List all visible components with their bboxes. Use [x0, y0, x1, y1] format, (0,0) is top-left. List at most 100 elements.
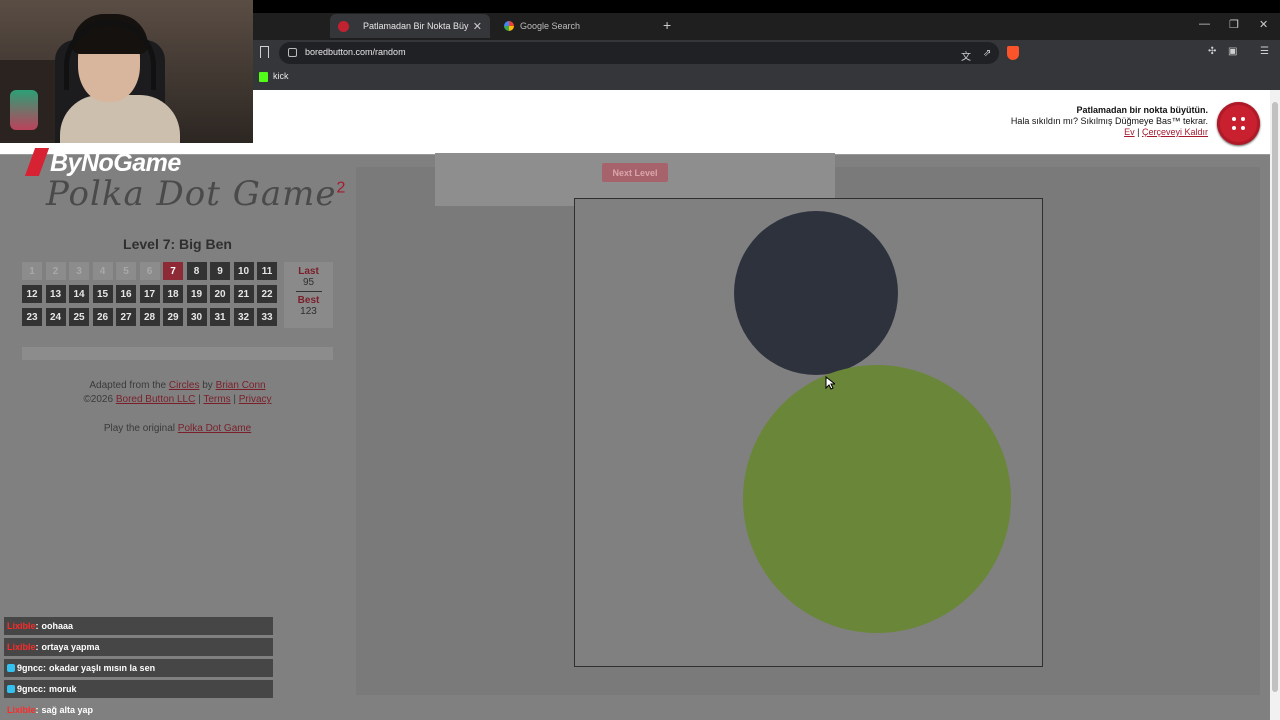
level-button-23[interactable]: 23	[22, 308, 42, 326]
chat-username: 9gncc	[17, 684, 44, 694]
chat-message: Lixible: oohaaa	[4, 617, 273, 635]
mouse-cursor-icon	[825, 376, 835, 390]
header-title: Patlamadan bir nokta büyütün.	[1076, 105, 1208, 115]
level-button-26[interactable]: 26	[92, 308, 113, 326]
chat-message: 9gncc: moruk	[4, 680, 273, 698]
url-field[interactable]: boredbutton.com/random 文 ⇗	[279, 42, 1019, 64]
chat-message: 9gncc: okadar yaşlı mısın la sen	[4, 659, 273, 677]
chat-username: Lixible	[7, 705, 36, 715]
header-links: Ev | Çerçeveyi Kaldır	[1124, 127, 1208, 137]
site-info-icon[interactable]	[288, 48, 297, 57]
level-button-21[interactable]: 21	[233, 285, 254, 303]
minimize-icon[interactable]: —	[1199, 18, 1210, 30]
company-link[interactable]: Bored Button LLC	[116, 394, 196, 405]
chat-text: ortaya yapma	[41, 642, 100, 652]
game-logo: Polka Dot Game2	[46, 174, 347, 214]
stream-chat: Lixible: oohaaa Lixible: ortaya yapma 9gncc:…	[4, 617, 273, 720]
level-button-4[interactable]: 4	[92, 262, 113, 280]
chat-text: sağ alta yap	[41, 705, 94, 715]
target-dot	[743, 365, 1011, 633]
level-button-13[interactable]: 13	[45, 285, 66, 303]
progress-bar	[22, 347, 333, 360]
best-label: Best	[297, 295, 320, 306]
level-button-7[interactable]: 7	[163, 262, 183, 280]
tab-label: Patlamadan Bir Nokta Büyütü	[363, 21, 469, 31]
level-button-9[interactable]: 9	[210, 262, 230, 280]
level-button-27[interactable]: 27	[116, 308, 136, 326]
level-button-20[interactable]: 20	[210, 285, 230, 303]
level-button-24[interactable]: 24	[45, 308, 66, 326]
close-window-icon[interactable]: ✕	[1259, 18, 1268, 31]
level-button-14[interactable]: 14	[69, 285, 89, 303]
bookmarks-bar: kick	[253, 66, 1280, 90]
level-button-16[interactable]: 16	[116, 285, 136, 303]
remove-frame-link[interactable]: Çerçeveyi Kaldır	[1142, 127, 1208, 137]
level-button-25[interactable]: 25	[69, 308, 89, 326]
privacy-link[interactable]: Privacy	[239, 394, 272, 405]
chat-text: okadar yaşlı mısın la sen	[49, 663, 156, 673]
last-value: 95	[302, 277, 315, 288]
level-button-6[interactable]: 6	[139, 262, 160, 280]
level-button-10[interactable]: 10	[233, 262, 254, 280]
level-button-12[interactable]: 12	[22, 285, 42, 303]
kick-icon	[259, 72, 268, 82]
next-level-button[interactable]: Next Level	[602, 163, 668, 182]
chat-username: 9gncc	[17, 663, 44, 673]
level-button-32[interactable]: 32	[233, 308, 254, 326]
chat-text: oohaaa	[41, 621, 74, 631]
play-original: Play the original Polka Dot Game	[103, 423, 252, 434]
page-scrollbar[interactable]	[1270, 90, 1280, 720]
google-favicon-icon	[504, 21, 514, 31]
level-button-17[interactable]: 17	[139, 285, 160, 303]
rgb-light	[10, 90, 38, 130]
terms-link[interactable]: Terms	[203, 394, 230, 405]
url-text[interactable]: boredbutton.com/random	[305, 47, 406, 57]
author-link[interactable]: Brian Conn	[216, 380, 266, 391]
address-bar-row: boredbutton.com/random 文 ⇗ ✣ ▣ ☰	[253, 40, 1280, 66]
tab-polka-dot[interactable]: Patlamadan Bir Nokta Büyütü ✕	[330, 14, 490, 38]
chat-message: Lixible: sağ alta yap	[7, 705, 94, 715]
level-button-31[interactable]: 31	[210, 308, 230, 326]
sidebar-icon[interactable]: ▣	[1228, 46, 1237, 57]
game-board[interactable]	[574, 198, 1043, 667]
level-button-15[interactable]: 15	[92, 285, 113, 303]
translate-icon[interactable]: 文	[961, 48, 971, 63]
chat-badge-icon	[7, 664, 15, 672]
bored-button[interactable]	[1217, 102, 1260, 145]
original-game-link[interactable]: Polka Dot Game	[178, 423, 251, 434]
level-button-28[interactable]: 28	[139, 308, 160, 326]
extensions-icon[interactable]: ✣	[1208, 46, 1216, 57]
close-tab-icon[interactable]: ✕	[473, 20, 482, 33]
bored-button-favicon-icon	[338, 20, 349, 32]
chat-text: moruk	[49, 684, 77, 694]
webcam-overlay	[0, 0, 253, 143]
chat-username: Lixible	[7, 642, 36, 652]
level-button-22[interactable]: 22	[257, 285, 277, 303]
header-subtitle: Hala sıkıldın mı? Sıkılmış Düğmeye Bas™ …	[1010, 116, 1208, 126]
restore-icon[interactable]: ❐	[1229, 18, 1239, 31]
level-button-19[interactable]: 19	[186, 285, 207, 303]
level-button-3[interactable]: 3	[69, 262, 89, 280]
screen: Patlamadan Bir Nokta Büyütü ✕ Google Sea…	[0, 0, 1280, 720]
circles-link[interactable]: Circles	[169, 380, 200, 391]
share-icon[interactable]: ⇗	[983, 48, 991, 59]
level-button-11[interactable]: 11	[257, 262, 277, 280]
tab-google-search[interactable]: Google Search	[496, 14, 656, 38]
growing-dot	[734, 211, 898, 375]
level-button-5[interactable]: 5	[116, 262, 136, 280]
level-button-2[interactable]: 2	[45, 262, 66, 280]
home-link[interactable]: Ev	[1124, 127, 1135, 137]
level-button-30[interactable]: 30	[186, 308, 207, 326]
brave-shields-icon[interactable]	[1007, 46, 1019, 60]
level-button-33[interactable]: 33	[257, 308, 277, 326]
level-button-1[interactable]: 1	[22, 262, 42, 280]
menu-icon[interactable]: ☰	[1260, 46, 1269, 57]
bookmark-kick[interactable]: kick	[273, 71, 289, 81]
last-label: Last	[298, 266, 319, 277]
bookmark-icon[interactable]	[260, 46, 269, 58]
best-value: 123	[300, 306, 317, 317]
level-button-18[interactable]: 18	[163, 285, 183, 303]
level-button-8[interactable]: 8	[186, 262, 207, 280]
level-button-29[interactable]: 29	[163, 308, 183, 326]
new-tab-icon[interactable]: +	[663, 17, 671, 33]
